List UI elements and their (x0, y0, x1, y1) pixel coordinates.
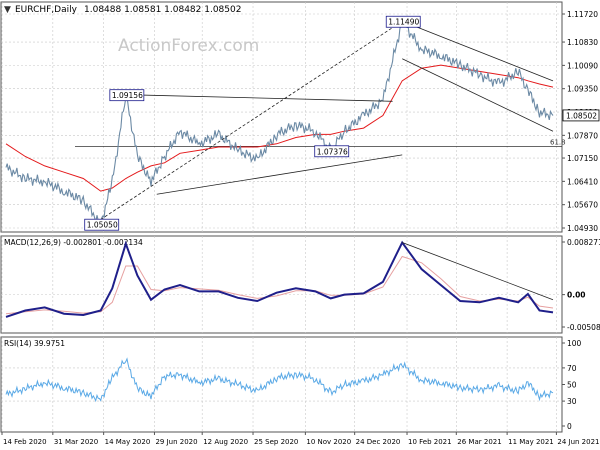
price-ytick-label: 1.11720 (567, 10, 598, 19)
price-annotation-label: 1.07376 (317, 147, 348, 156)
price-ytick-label: 1.04930 (567, 224, 598, 233)
price-annotation-label: 1.05050 (87, 221, 118, 230)
x-tick-label: 14 May 2020 (105, 438, 151, 446)
macd-ytick-label: 0.00 (567, 291, 586, 300)
price-ytick-label: 1.05670 (567, 201, 598, 210)
price-ytick-label: 1.07150 (567, 154, 598, 163)
header-arrow-icon: ▼ (4, 5, 11, 15)
chart-canvas: 1.117201.108301.100901.093501.086101.078… (0, 1, 600, 446)
x-tick-label: 24 Jun 2021 (557, 438, 599, 446)
macd-title: MACD(12,26,9) -0.002801 -0.002134 (4, 238, 143, 247)
macd-panel-frame (0, 235, 563, 334)
price-ytick-label: 1.07870 (567, 131, 598, 140)
macd-ytick-label: 0.008271 (567, 238, 600, 247)
rsi-panel-frame (0, 336, 563, 433)
rsi-ytick-label: 30 (567, 397, 577, 406)
macd-panel: MACD(12,26,9) -0.002801 -0.002134 0.00827… (0, 235, 600, 334)
price-panel: 1.117201.108301.100901.093501.086101.078… (0, 1, 600, 233)
rsi-title: RSI(14) 39.9751 (4, 339, 65, 348)
rsi-ytick-label: 70 (567, 364, 577, 373)
price-annotation-label: 1.11490 (388, 18, 419, 27)
rsi-ytick-label: 0 (567, 422, 572, 431)
x-tick-label: 11 May 2021 (508, 438, 554, 446)
symbol-label: EURCHF,Daily (15, 5, 78, 15)
macd-ytick-label: -0.005087 (567, 323, 600, 332)
current-price-label: 1.08502 (566, 111, 597, 120)
price-ytick-label: 1.10830 (567, 38, 598, 47)
watermark: ActionForex.com (118, 36, 259, 56)
x-tick-label: 24 Dec 2020 (356, 438, 401, 446)
price-ytick-label: 1.10090 (567, 61, 598, 70)
price-panel-frame (0, 1, 563, 233)
price-ytick-label: 1.09350 (567, 85, 598, 94)
x-tick-label: 25 Sep 2020 (254, 438, 298, 446)
fib-label: 61.8 (550, 138, 566, 146)
rsi-panel: RSI(14) 39.9751 100 70 50 30 0 (0, 336, 582, 433)
x-tick-label: 31 Mar 2020 (54, 438, 98, 446)
price-ytick-label: 1.06410 (567, 177, 598, 186)
x-tick-label: 26 Mar 2021 (457, 438, 501, 446)
x-tick-label: 12 Aug 2020 (203, 438, 248, 446)
x-tick-label: 14 Feb 2020 (3, 438, 47, 446)
price-annotation-label: 1.09156 (112, 91, 143, 100)
x-tick-label: 10 Nov 2020 (306, 438, 351, 446)
x-tick-label: 29 Jun 2020 (155, 438, 197, 446)
x-tick-label: 10 Feb 2021 (408, 438, 452, 446)
rsi-ytick-label: 50 (567, 381, 577, 390)
rsi-ytick-label: 100 (567, 339, 582, 348)
x-axis: 14 Feb 2020 31 Mar 2020 14 May 2020 29 Jun … (1, 432, 600, 446)
ohlc-values: 1.08488 1.08581 1.08482 1.08502 (84, 5, 241, 15)
